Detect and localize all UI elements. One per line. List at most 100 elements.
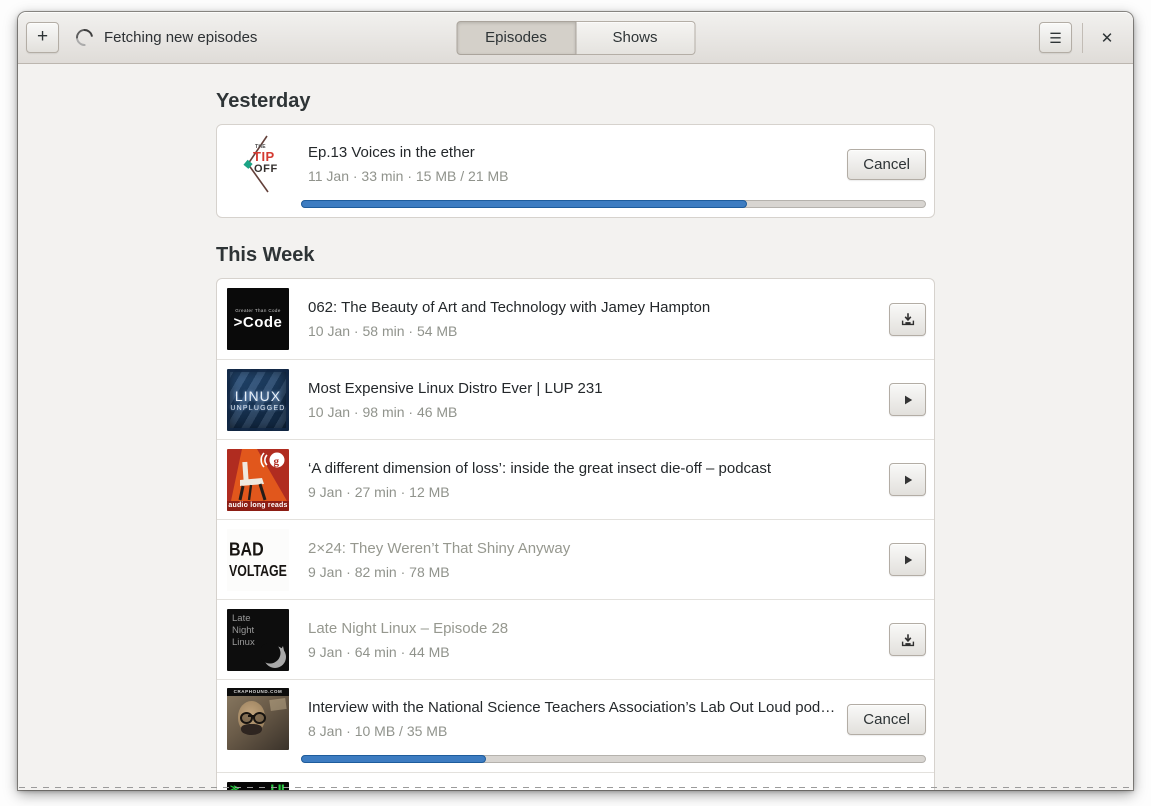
logo-text-line: Night — [232, 624, 255, 636]
tab-shows[interactable]: Shows — [575, 20, 695, 55]
episode-meta: 11 Jan · 33 min · 15 MB / 21 MB — [308, 168, 509, 184]
logo-beard-shape — [241, 724, 262, 735]
episode-meta: 10 Jan · 98 min · 46 MB — [308, 403, 458, 420]
show-cover-art: CRAPHOUND.COM — [227, 688, 289, 750]
episode-meta: 9 Jan · 27 min · 12 MB — [308, 483, 450, 500]
episode-info: ‘A different dimension of loss’: inside … — [308, 460, 877, 500]
logo-text: Greater Than Code — [235, 307, 281, 313]
spinner-icon — [72, 25, 97, 50]
add-podcast-button[interactable]: + — [26, 22, 59, 53]
logo-text-line: Late — [232, 612, 251, 624]
section-title: This Week — [216, 244, 315, 266]
episode-row: CRAPHOUND.COM Interview with the National… — [217, 679, 934, 772]
logo-text: Late Night Linux — [232, 613, 255, 650]
download-icon — [901, 313, 914, 326]
logo-text: OFF — [254, 163, 278, 175]
logo-sign-shape — [269, 697, 287, 712]
episode-title: Interview with the National Science Teac… — [308, 699, 836, 716]
download-progress-fill — [301, 755, 486, 763]
episode-row: BAD VOLTAGE 2×24: They Weren’t That Shiny … — [217, 519, 934, 599]
plus-icon: + — [36, 26, 49, 47]
show-cover-art: ≫JRI▌▐▌xp — [227, 781, 289, 790]
logo-text-line: Linux — [232, 637, 255, 649]
close-button[interactable]: ✕ — [1093, 24, 1121, 52]
download-button[interactable] — [889, 623, 926, 656]
podcasts-window: + Fetching new episodes Episodes Shows ☰… — [18, 12, 1133, 790]
download-progressbar — [301, 200, 926, 208]
headerbar-right-controls: ☰ ✕ — [1039, 22, 1125, 53]
logo-text: >Code — [233, 313, 283, 331]
episode-title: ‘A different dimension of loss’: inside … — [308, 459, 772, 477]
view-switcher: Episodes Shows — [456, 20, 695, 55]
episode-row: Late Night Linux Late Night Linux – Episode… — [217, 599, 934, 679]
episode-action: Cancel — [847, 703, 926, 735]
episode-list: THE TIP OFF Ep.13 Voices in the ether 11 Jan… — [216, 124, 935, 218]
episode-info: Most Expensive Linux Distro Ever | LUP 2… — [308, 380, 877, 420]
download-icon — [901, 633, 914, 646]
episode-title: 062: The Beauty of Art and Technology wi… — [308, 299, 711, 316]
status-text: Fetching new episodes — [104, 29, 258, 46]
episode-info: Interview with the National Science Teac… — [308, 699, 835, 739]
episode-action — [889, 623, 926, 656]
download-progressbar — [301, 755, 926, 763]
cancel-button[interactable]: Cancel — [847, 148, 926, 180]
show-cover-art: Late Night Linux — [227, 608, 289, 671]
episode-action — [889, 463, 926, 496]
tab-episodes[interactable]: Episodes — [456, 20, 576, 55]
episode-list: Greater Than Code >Code 062: The Beauty of… — [216, 278, 935, 790]
show-cover-art: Greater Than Code >Code — [227, 288, 289, 350]
section-title: Yesterday — [216, 90, 311, 112]
episode-action: Cancel — [847, 148, 926, 180]
logo-text: VOLTAGE — [229, 561, 287, 579]
logo-text: LINUX — [234, 387, 282, 404]
svg-text:g: g — [274, 455, 280, 467]
logo-glasses-shape — [248, 715, 254, 717]
episodes-view: Yesterday THE TIP OFF Ep.13 Voices in the et… — [18, 64, 1133, 790]
episode-title: Ep.13 Voices in the ether — [308, 144, 475, 161]
episode-meta: 8 Jan · 10 MB / 35 MB — [308, 723, 448, 739]
cancel-button[interactable]: Cancel — [847, 703, 926, 735]
episode-action — [889, 543, 926, 576]
download-progress-fill — [301, 200, 748, 208]
play-icon — [904, 395, 912, 404]
episode-row: Greater Than Code >Code 062: The Beauty of… — [217, 279, 934, 359]
episode-row: g audio long reads ‘A different dimension … — [217, 439, 934, 519]
logo-text: CRAPHOUND.COM — [227, 688, 289, 696]
menu-button[interactable]: ☰ — [1039, 22, 1072, 53]
episode-action — [889, 383, 926, 416]
download-button[interactable] — [889, 302, 926, 336]
logo-glasses-shape — [253, 712, 266, 724]
episode-info: Late Night Linux – Episode 28 9 Jan · 64 … — [308, 620, 877, 660]
show-cover-art: LINUX UNPLUGGED — [227, 368, 289, 431]
episode-info: Ep.13 Voices in the ether 11 Jan · 33 min… — [308, 144, 835, 184]
hamburger-icon: ☰ — [1049, 29, 1062, 46]
episode-info: 2×24: They Weren’t That Shiny Anyway 9 Ja… — [308, 540, 877, 580]
episode-action — [889, 302, 926, 336]
episode-meta: 9 Jan · 82 min · 78 MB — [308, 563, 450, 580]
episode-title: Late Night Linux – Episode 28 — [308, 619, 509, 637]
play-button[interactable] — [889, 383, 926, 416]
headerbar: + Fetching new episodes Episodes Shows ☰… — [18, 12, 1133, 64]
play-button[interactable] — [889, 543, 926, 576]
logo-text: audio long reads — [227, 500, 289, 511]
show-cover-art: BAD VOLTAGE — [227, 528, 289, 591]
episode-title: Most Expensive Linux Distro Ever | LUP 2… — [308, 379, 603, 397]
logo-text: TIP — [253, 149, 275, 164]
episode-meta: 9 Jan · 64 min · 44 MB — [308, 643, 450, 660]
logo-text: UNPLUGGED — [230, 404, 286, 412]
episode-row: LINUX UNPLUGGED Most Expensive Linux Distr… — [217, 359, 934, 439]
crescent-cat-icon — [261, 642, 286, 668]
episode-sections: Yesterday THE TIP OFF Ep.13 Voices in the et… — [216, 64, 935, 790]
show-cover-art: g audio long reads — [227, 448, 289, 511]
episode-info: 062: The Beauty of Art and Technology wi… — [308, 299, 877, 339]
headerbar-separator — [1082, 22, 1083, 53]
episode-row: THE TIP OFF Ep.13 Voices in the ether 11 Jan… — [217, 125, 934, 217]
play-icon — [904, 555, 912, 564]
play-button[interactable] — [889, 463, 926, 496]
episode-title: 2×24: They Weren’t That Shiny Anyway — [308, 539, 571, 557]
logo-text: BAD — [229, 540, 264, 560]
logo-glasses-shape — [240, 712, 253, 724]
episode-meta: 10 Jan · 58 min · 54 MB — [308, 323, 458, 339]
play-icon — [904, 475, 912, 484]
scroll-undershoot-indicator — [19, 787, 1132, 788]
